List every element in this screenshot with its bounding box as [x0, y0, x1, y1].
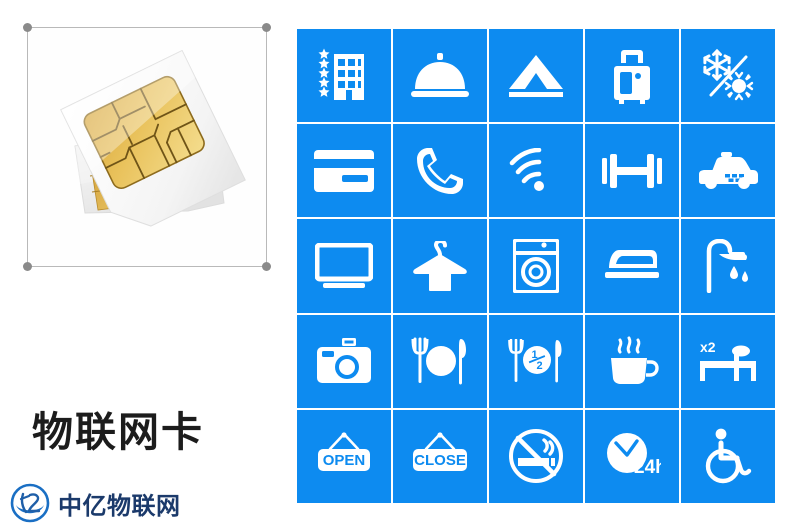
tile-hotel-stars[interactable]: [297, 29, 391, 123]
tile-iron[interactable]: [585, 219, 679, 313]
product-title: 物联网卡: [32, 408, 204, 456]
tent-icon: [509, 54, 563, 97]
wheelchair-icon: [705, 428, 752, 484]
coffee-cup-icon: [611, 336, 659, 385]
hotel-stars-icon: [318, 48, 364, 100]
open-sign-icon: OPEN: [318, 432, 370, 472]
room-service-icon: [411, 52, 469, 97]
selection-handle-top-right[interactable]: [262, 23, 271, 32]
tile-wifi[interactable]: [489, 124, 583, 218]
amenity-icon-grid: 1 2 x2 OPEN CLOSE 24h: [297, 29, 775, 503]
tile-shower[interactable]: [681, 219, 775, 313]
tile-taxi[interactable]: [681, 124, 775, 218]
tile-dumbbell[interactable]: [585, 124, 679, 218]
luggage-icon: [614, 49, 650, 104]
selection-frame[interactable]: [23, 23, 271, 271]
tile-clothes-hanger[interactable]: [393, 219, 487, 313]
air-conditioning-icon: [703, 48, 754, 100]
tile-air-conditioning[interactable]: [681, 29, 775, 123]
tile-credit-card[interactable]: [297, 124, 391, 218]
dumbbell-icon: [602, 153, 662, 188]
selection-handle-bottom-left[interactable]: [23, 262, 32, 271]
sim-card-illustration: [60, 49, 246, 227]
selection-handle-bottom-right[interactable]: [262, 262, 271, 271]
tile-half-board[interactable]: 1 2: [489, 314, 583, 408]
shower-icon: [706, 238, 748, 293]
clock-24h-label: 24h: [634, 457, 661, 478]
double-bed-count: x2: [700, 339, 716, 355]
tile-tent[interactable]: [489, 29, 583, 123]
no-smoking-icon: [509, 429, 563, 484]
clock-24h-icon: 24h: [607, 433, 661, 478]
tile-room-service[interactable]: [393, 29, 487, 123]
close-sign-icon: CLOSE: [413, 432, 467, 472]
open-sign-label: OPEN: [323, 452, 366, 469]
tile-double-bed[interactable]: x2: [681, 314, 775, 408]
page-root: 物联网卡 中亿物联网 1 2 x2 OPEN CLOSE 24h: [0, 0, 800, 532]
telephone-icon: [417, 147, 463, 194]
tile-washing-machine[interactable]: [489, 219, 583, 313]
credit-card-icon: [314, 149, 374, 192]
tile-close-sign[interactable]: CLOSE: [393, 409, 487, 503]
camera-icon: [317, 338, 371, 384]
television-icon: [315, 242, 373, 288]
tile-camera[interactable]: [297, 314, 391, 408]
wifi-icon: [509, 147, 544, 191]
half-board-icon: 1 2: [508, 339, 562, 383]
tile-open-sign[interactable]: OPEN: [297, 409, 391, 503]
taxi-icon: [699, 151, 758, 189]
clothes-hanger-icon: [413, 240, 467, 291]
washing-machine-icon: [513, 238, 559, 293]
selection-handle-top-left[interactable]: [23, 23, 32, 32]
tile-television[interactable]: [297, 219, 391, 313]
tile-wheelchair[interactable]: [681, 409, 775, 503]
double-bed-icon: x2: [700, 339, 756, 382]
close-sign-label: CLOSE: [414, 452, 466, 469]
tile-telephone[interactable]: [393, 124, 487, 218]
left-panel: 物联网卡 中亿物联网: [0, 0, 292, 532]
tile-luggage[interactable]: [585, 29, 679, 123]
tile-restaurant[interactable]: [393, 314, 487, 408]
brand-lockup: 中亿物联网: [10, 483, 181, 523]
half-board-denominator: 2: [537, 360, 543, 372]
tile-clock-24h[interactable]: 24h: [585, 409, 679, 503]
iron-icon: [605, 249, 659, 278]
brand-name: 中亿物联网: [58, 491, 181, 520]
tile-no-smoking[interactable]: [489, 409, 583, 503]
circular-logo-icon: [10, 483, 50, 523]
tile-coffee-cup[interactable]: [585, 314, 679, 408]
restaurant-icon: [411, 337, 466, 385]
